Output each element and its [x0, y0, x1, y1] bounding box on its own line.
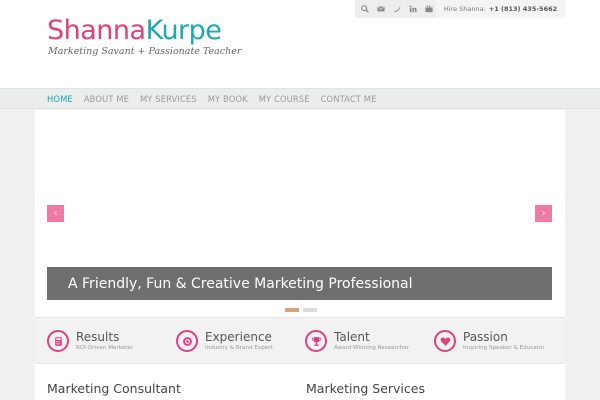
- logo-last-name: Kurpe: [145, 15, 222, 46]
- trophy-icon: [305, 330, 327, 352]
- slider-prev-button[interactable]: ‹: [47, 205, 64, 222]
- features-strip: Results ROI-Driven Marketer Experience I…: [35, 317, 565, 364]
- hire-label: Hire Shanna:: [443, 5, 486, 13]
- nav-item-my-course[interactable]: MY COURSE: [259, 94, 310, 104]
- nav-item-home[interactable]: HOME: [47, 94, 73, 104]
- site-tagline: Marketing Savant + Passionate Teacher: [48, 46, 242, 57]
- nav-item-my-services[interactable]: MY SERVICES: [140, 94, 197, 104]
- section-heading-services: Marketing Services: [306, 381, 425, 396]
- slider-caption: A Friendly, Fun & Creative Marketing Pro…: [47, 267, 552, 300]
- nav-item-about-me[interactable]: ABOUT ME: [84, 94, 129, 104]
- social-icons: [357, 3, 437, 15]
- feature-talent: Talent Award-Winning Researcher: [293, 318, 422, 365]
- site-logo[interactable]: ShannaKurpe: [47, 14, 222, 48]
- logo-first-name: Shanna: [47, 15, 146, 46]
- hero-slider: ‹ › A Friendly, Fun & Creative Marketing…: [35, 110, 565, 317]
- main-nav: HOME ABOUT ME MY SERVICES MY BOOK MY COU…: [0, 88, 600, 109]
- site-header: ShannaKurpe Marketing Savant + Passionat…: [0, 0, 600, 88]
- slider-next-button[interactable]: ›: [535, 205, 552, 222]
- feature-subtitle: Industry & Brand Expert: [205, 345, 273, 351]
- feature-title: Experience: [205, 330, 272, 344]
- feature-passion: Passion Inspiring Speaker & Educator: [422, 318, 551, 365]
- nav-item-my-book[interactable]: MY BOOK: [208, 94, 248, 104]
- search-icon[interactable]: [357, 3, 372, 15]
- slider-dot-1[interactable]: [285, 308, 299, 312]
- feature-results: Results ROI-Driven Marketer: [35, 318, 164, 365]
- nav-item-contact-me[interactable]: CONTACT ME: [321, 94, 377, 104]
- phone-number[interactable]: +1 (813) 435-5662: [489, 5, 557, 13]
- feature-title: Talent: [334, 330, 370, 344]
- feature-experience: Experience Industry & Brand Expert: [164, 318, 293, 365]
- youtube-icon[interactable]: [421, 3, 436, 15]
- slider-dot-2[interactable]: [303, 308, 317, 312]
- slider-pagination: [285, 308, 317, 312]
- medal-icon: [176, 330, 198, 352]
- content-area: Marketing Consultant Marketing Services: [35, 364, 565, 400]
- feature-subtitle: Inspiring Speaker & Educator: [463, 345, 545, 351]
- feature-title: Results: [76, 330, 120, 344]
- email-icon[interactable]: [373, 3, 388, 15]
- section-heading-consultant: Marketing Consultant: [47, 381, 181, 396]
- feature-subtitle: ROI-Driven Marketer: [76, 345, 134, 351]
- twitter-icon[interactable]: [389, 3, 404, 15]
- feature-title: Passion: [463, 330, 508, 344]
- feature-subtitle: Award-Winning Researcher: [334, 345, 410, 351]
- calculator-icon: [47, 330, 69, 352]
- linkedin-icon[interactable]: [405, 3, 420, 15]
- heart-icon: [434, 330, 456, 352]
- hire-contact[interactable]: Hire Shanna: +1 (813) 435-5662: [436, 0, 565, 18]
